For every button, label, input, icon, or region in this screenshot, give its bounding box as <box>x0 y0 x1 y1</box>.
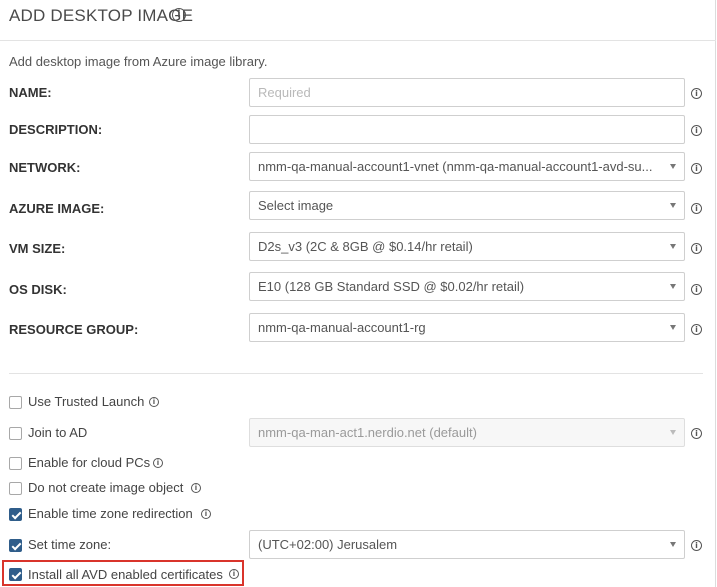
vm-size-select[interactable]: D2s_v3 (2C & 8GB @ $0.14/hr retail) <box>249 232 685 261</box>
azure-image-label: AZURE IMAGE: <box>9 201 105 216</box>
set-time-zone-label: Set time zone: <box>28 537 112 552</box>
join-ad-label: Join to AD <box>28 425 88 440</box>
set-time-zone-checkbox[interactable] <box>9 539 22 552</box>
section-divider <box>9 373 703 374</box>
time-zone-select[interactable]: (UTC+02:00) Jerusalem <box>249 530 685 559</box>
azure-image-select-value: Select image <box>258 198 334 213</box>
avd-certificates-checkbox[interactable] <box>9 568 22 581</box>
chevron-down-icon <box>670 325 676 330</box>
info-icon[interactable]: i <box>172 8 186 22</box>
cloud-pcs-checkbox[interactable] <box>9 457 22 470</box>
info-icon[interactable]: i <box>153 458 163 468</box>
network-select[interactable]: nmm-qa-manual-account1-vnet (nmm-qa-manu… <box>249 152 685 181</box>
time-zone-select-value: (UTC+02:00) Jerusalem <box>258 537 398 552</box>
chevron-down-icon <box>670 284 676 289</box>
resource-group-label: RESOURCE GROUP: <box>9 322 139 337</box>
trusted-launch-checkbox[interactable] <box>9 396 22 409</box>
info-icon[interactable]: i <box>229 569 239 579</box>
ad-domain-select-value: nmm-qa-man-act1.nerdio.net (default) <box>258 425 477 440</box>
chevron-down-icon <box>670 203 676 208</box>
info-icon[interactable]: i <box>149 397 159 407</box>
vm-size-label: VM SIZE: <box>9 241 66 256</box>
name-label: NAME: <box>9 85 52 100</box>
dialog-header: ADD DESKTOP IMAGE i <box>0 0 716 41</box>
trusted-launch-label: Use Trusted Launch <box>28 394 145 409</box>
vm-size-select-value: D2s_v3 (2C & 8GB @ $0.14/hr retail) <box>258 239 473 254</box>
info-icon[interactable]: i <box>691 203 702 214</box>
resource-group-select[interactable]: nmm-qa-manual-account1-rg <box>249 313 685 342</box>
join-ad-checkbox[interactable] <box>9 427 22 440</box>
info-icon[interactable]: i <box>691 428 702 439</box>
page-title: ADD DESKTOP IMAGE <box>9 6 194 25</box>
info-icon[interactable]: i <box>201 509 211 519</box>
info-icon[interactable]: i <box>191 483 201 493</box>
ad-domain-select[interactable]: nmm-qa-man-act1.nerdio.net (default) <box>249 418 685 447</box>
os-disk-select-value: E10 (128 GB Standard SSD @ $0.02/hr reta… <box>258 279 525 294</box>
os-disk-select[interactable]: E10 (128 GB Standard SSD @ $0.02/hr reta… <box>249 272 685 301</box>
no-image-object-checkbox[interactable] <box>9 482 22 495</box>
tz-redirection-checkbox[interactable] <box>9 508 22 521</box>
chevron-down-icon <box>670 542 676 547</box>
azure-image-select[interactable]: Select image <box>249 191 685 220</box>
info-icon[interactable]: i <box>691 163 702 174</box>
info-icon[interactable]: i <box>691 284 702 295</box>
description-input[interactable] <box>249 115 685 144</box>
description-label: DESCRIPTION: <box>9 122 103 137</box>
info-icon[interactable]: i <box>691 540 702 551</box>
tz-redirection-label: Enable time zone redirection <box>28 506 193 521</box>
chevron-down-icon <box>670 164 676 169</box>
info-icon[interactable]: i <box>691 125 702 136</box>
resource-group-select-value: nmm-qa-manual-account1-rg <box>258 320 426 335</box>
info-icon[interactable]: i <box>691 88 702 99</box>
info-icon[interactable]: i <box>691 324 702 335</box>
chevron-down-icon <box>670 244 676 249</box>
no-image-object-label: Do not create image object <box>28 480 184 495</box>
chevron-down-icon <box>670 430 676 435</box>
info-icon[interactable]: i <box>691 243 702 254</box>
name-input[interactable] <box>249 78 685 107</box>
cloud-pcs-label: Enable for cloud PCs <box>28 455 151 470</box>
network-select-value: nmm-qa-manual-account1-vnet (nmm-qa-manu… <box>258 159 653 174</box>
network-label: NETWORK: <box>9 160 81 175</box>
os-disk-label: OS DISK: <box>9 282 67 297</box>
avd-certificates-label: Install all AVD enabled certificates <box>28 567 223 582</box>
subtitle: Add desktop image from Azure image libra… <box>9 54 268 69</box>
